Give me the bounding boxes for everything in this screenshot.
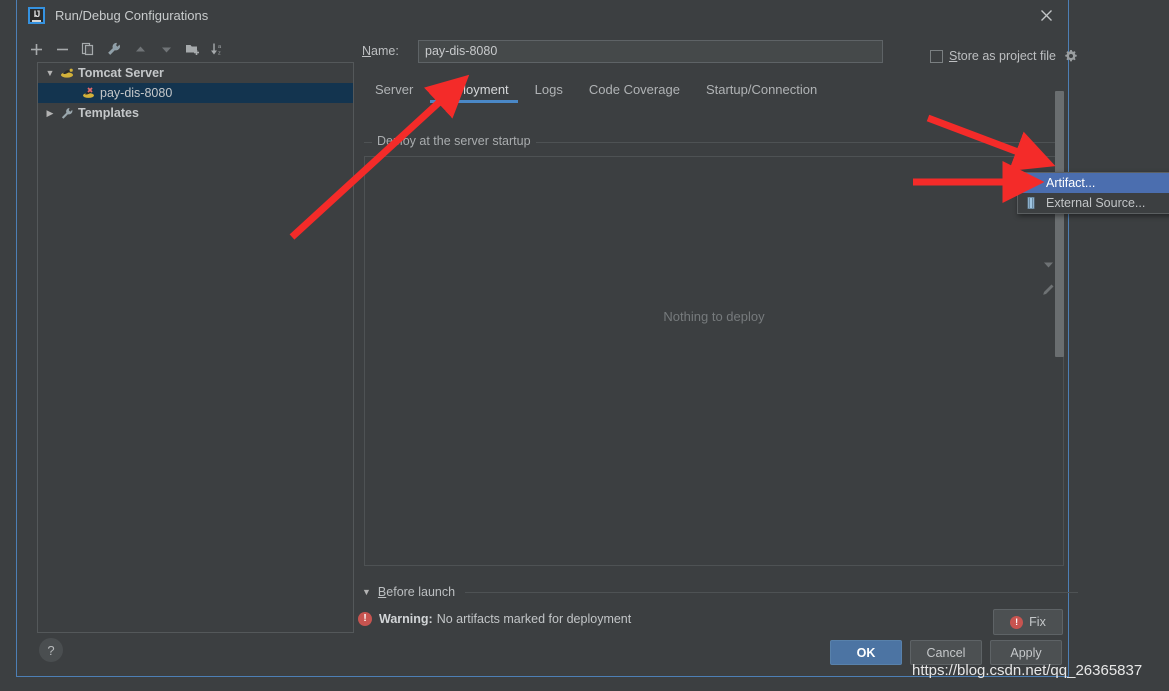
tree-node-templates[interactable]: ▶ Templates xyxy=(38,103,353,123)
deployment-empty-text: Nothing to deploy xyxy=(663,309,765,324)
remove-configuration-button[interactable] xyxy=(49,37,75,61)
before-launch-section[interactable]: ▼ Before launch xyxy=(362,583,1082,601)
editor-scrollbar-thumb[interactable] xyxy=(1055,91,1064,357)
wrench-icon[interactable] xyxy=(101,37,127,61)
wrench-icon xyxy=(58,105,76,121)
dialog-titlebar: IJ Run/Debug Configurations xyxy=(17,0,1068,31)
copy-icon[interactable] xyxy=(75,37,101,61)
deployment-list[interactable]: Nothing to deploy xyxy=(364,156,1064,566)
warning-prefix: Warning: xyxy=(379,612,433,626)
chevron-right-icon[interactable]: ▶ xyxy=(42,105,58,121)
tree-node-label: Tomcat Server xyxy=(78,66,164,80)
ok-button[interactable]: OK xyxy=(830,640,902,665)
tab-server[interactable]: Server xyxy=(362,82,426,103)
name-field-row: Name: Store as project file xyxy=(362,38,1077,64)
configurations-toolbar: a z xyxy=(23,36,353,62)
tab-logs[interactable]: Logs xyxy=(522,82,576,103)
fix-button[interactable]: ! Fix xyxy=(993,609,1063,635)
tab-code-coverage[interactable]: Code Coverage xyxy=(576,82,693,103)
svg-text:z: z xyxy=(218,51,221,57)
help-button[interactable]: ? xyxy=(39,638,63,662)
run-debug-configurations-dialog: IJ Run/Debug Configurations a z ▼ Tomcat… xyxy=(16,0,1169,677)
tomcat-run-icon xyxy=(80,85,98,101)
popup-item-label: External Source... xyxy=(1046,196,1146,210)
popup-item-label: Artifact... xyxy=(1046,176,1096,190)
store-as-project-file-row[interactable]: Store as project file xyxy=(929,49,1078,63)
chevron-down-icon[interactable]: ▼ xyxy=(362,587,371,597)
configuration-editor-pane: Name: Store as project file Server D xyxy=(354,31,1077,601)
add-deployment-popup-menu[interactable]: Artifact... External Source... xyxy=(1017,172,1169,214)
before-launch-label: Before launch xyxy=(377,585,456,599)
name-input[interactable] xyxy=(418,39,883,63)
warning-message: ! Warning: No artifacts marked for deplo… xyxy=(358,612,631,626)
gear-icon[interactable] xyxy=(1064,49,1078,63)
error-icon: ! xyxy=(1010,615,1024,629)
sort-az-icon[interactable]: a z xyxy=(205,37,231,61)
deploy-group-title: Deploy at the server startup xyxy=(372,134,536,148)
close-icon[interactable] xyxy=(1024,0,1068,30)
svg-text:a: a xyxy=(218,44,222,50)
store-as-project-file-checkbox[interactable] xyxy=(929,49,943,63)
name-label: Name: xyxy=(362,44,399,58)
arrow-down-icon[interactable] xyxy=(153,37,179,61)
tree-node-label: Templates xyxy=(78,106,139,120)
tree-node-pay-dis-8080[interactable]: pay-dis-8080 xyxy=(38,83,353,103)
dialog-title: Run/Debug Configurations xyxy=(55,8,209,23)
warning-text: No artifacts marked for deployment xyxy=(436,612,632,626)
arrow-up-icon[interactable] xyxy=(127,37,153,61)
tab-deployment[interactable]: Deployment xyxy=(426,82,521,103)
tree-node-label: pay-dis-8080 xyxy=(100,86,173,100)
error-icon: ! xyxy=(358,612,372,626)
chevron-down-icon[interactable]: ▼ xyxy=(42,65,58,81)
new-folder-icon[interactable] xyxy=(179,37,205,61)
tomcat-icon xyxy=(58,65,76,81)
configurations-tree[interactable]: ▼ Tomcat Server pay-dis-8080 ▶ Templates xyxy=(37,62,354,633)
tree-node-tomcat-server[interactable]: ▼ Tomcat Server xyxy=(38,63,353,83)
deploy-at-server-startup-group: Deploy at the server startup Nothing to … xyxy=(364,134,1064,582)
configuration-tabs[interactable]: Server Deployment Logs Code Coverage Sta… xyxy=(362,77,1062,103)
tab-startup-connection[interactable]: Startup/Connection xyxy=(693,82,830,103)
artifact-icon xyxy=(1022,175,1040,191)
popup-item-external-source[interactable]: External Source... xyxy=(1018,193,1169,213)
section-separator xyxy=(465,591,1078,593)
watermark-url: https://blog.csdn.net/qq_26365837 xyxy=(912,662,1143,679)
intellij-idea-icon: IJ xyxy=(28,7,45,24)
store-as-project-file-label: Store as project file xyxy=(948,49,1056,63)
fix-button-label: Fix xyxy=(1029,615,1046,629)
popup-item-artifact[interactable]: Artifact... xyxy=(1018,173,1169,193)
external-source-icon xyxy=(1022,195,1040,211)
tree-node-spacer xyxy=(64,85,80,101)
screen-root: IJ Run/Debug Configurations a z ▼ Tomcat… xyxy=(0,0,1169,691)
add-configuration-button[interactable] xyxy=(23,37,49,61)
